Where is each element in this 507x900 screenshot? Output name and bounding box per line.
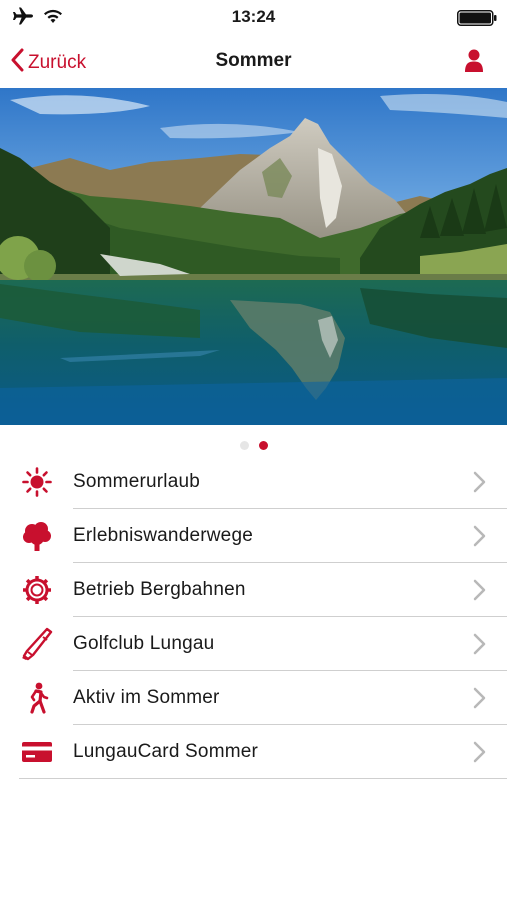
carousel-page-indicator[interactable] — [0, 441, 507, 453]
menu-item-erlebniswanderwege[interactable]: Erlebniswanderwege — [0, 509, 507, 563]
profile-button[interactable] — [461, 48, 487, 74]
menu-item-lungaucard-sommer[interactable]: LungauCard Sommer — [0, 725, 507, 779]
menu-item-golfclub-lungau[interactable]: Golfclub Lungau — [0, 617, 507, 671]
person-icon — [461, 49, 487, 78]
menu-item-label: Golfclub Lungau — [73, 633, 215, 654]
chevron-right-icon — [473, 471, 487, 493]
card-icon — [19, 736, 55, 768]
menu-item-aktiv-im-sommer[interactable]: Aktiv im Sommer — [0, 671, 507, 725]
battery-icon — [457, 10, 497, 26]
walking-person-icon — [19, 682, 55, 714]
gear-icon — [19, 574, 55, 606]
navigation-bar: Zurück Sommer — [0, 36, 507, 88]
menu-item-label: Erlebniswanderwege — [73, 525, 253, 546]
chevron-right-icon — [473, 633, 487, 655]
sun-icon — [19, 466, 55, 498]
menu-item-label: Aktiv im Sommer — [73, 687, 220, 708]
menu-list: Sommerurlaub Erlebniswanderwege Betrieb … — [0, 455, 507, 779]
chevron-right-icon — [473, 525, 487, 547]
page-dot-1[interactable] — [239, 441, 249, 450]
page-title: Sommer — [215, 50, 292, 71]
menu-item-label: Sommerurlaub — [73, 471, 201, 492]
mountain-lake-photo — [0, 88, 507, 425]
page-dot-2-active[interactable] — [258, 441, 268, 450]
menu-item-label: LungauCard Sommer — [73, 741, 259, 762]
menu-item-betrieb-bergbahnen[interactable]: Betrieb Bergbahnen — [0, 563, 507, 617]
status-time: 13:24 — [231, 7, 276, 26]
menu-item-label: Betrieb Bergbahnen — [73, 579, 246, 600]
golf-club-icon — [19, 627, 55, 661]
chevron-right-icon — [473, 741, 487, 763]
tree-icon — [19, 520, 55, 552]
status-bar: 13:24 — [0, 0, 507, 36]
separator — [19, 778, 507, 779]
chevron-right-icon — [473, 687, 487, 709]
chevron-right-icon — [473, 579, 487, 601]
menu-item-sommerurlaub[interactable]: Sommerurlaub — [0, 455, 507, 509]
carousel-image[interactable] — [0, 88, 507, 425]
